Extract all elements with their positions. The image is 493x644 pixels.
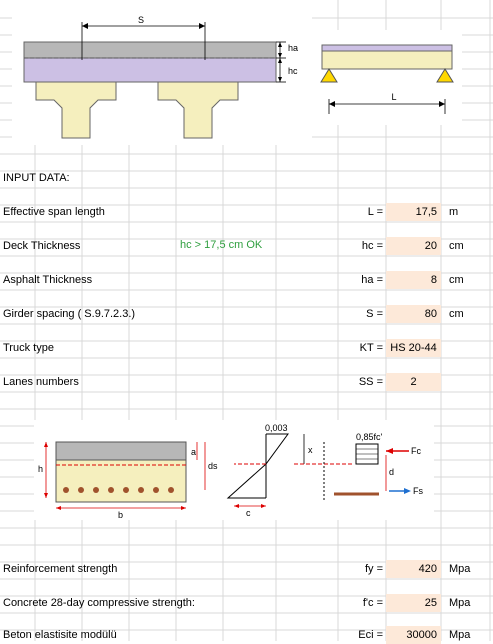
concrete-strength-input[interactable]: 25 — [386, 594, 441, 612]
section-body — [55, 459, 187, 503]
girder-spacing-input[interactable]: 80 — [386, 305, 441, 323]
reinforcement-strength-input[interactable]: 420 — [386, 560, 441, 578]
fs-arrow-icon — [404, 488, 411, 494]
row-eci-symbol: Eci = — [358, 629, 383, 641]
fc-force-label: Fc — [411, 446, 421, 456]
row-girder-unit: cm — [449, 308, 464, 320]
strain-value-label: 0,003 — [265, 423, 288, 433]
lanes-number-input[interactable]: 2 — [386, 373, 441, 391]
row-eci-label: Beton elastisite modülü — [3, 629, 117, 641]
row-eci-unit: Mpa — [449, 629, 471, 641]
row-girder-symbol: S = — [366, 308, 383, 320]
row-asphalt-label: Asphalt Thickness — [3, 274, 93, 286]
row-girder-label: Girder spacing ( S.9.7.2.3.) — [3, 308, 136, 320]
stress-label: 0,85fc' — [356, 432, 383, 442]
concrete-modulus-input[interactable]: 30000 — [386, 626, 441, 644]
asphalt-layer — [23, 41, 277, 59]
row-asphalt-symbol: ha = — [361, 274, 383, 286]
section-compression-zone — [55, 441, 187, 461]
row-asphalt-unit: cm — [449, 274, 464, 286]
d-dimension-label: d — [389, 467, 394, 477]
row-span-unit: m — [449, 206, 459, 218]
truck-type-input[interactable]: HS 20-44 — [386, 339, 441, 357]
span-length-input[interactable]: 17,5 — [386, 203, 441, 221]
row-deck-symbol: hc = — [361, 240, 383, 252]
row-fy-unit: Mpa — [449, 563, 471, 575]
fs-force-label: Fs — [413, 486, 423, 496]
a-dimension-label: a — [191, 447, 196, 457]
row-fc-unit: Mpa — [449, 597, 471, 609]
c-dimension-label: c — [246, 508, 251, 518]
support-left-icon — [320, 68, 338, 83]
row-truck-label: Truck type — [3, 342, 54, 354]
beam-asphalt — [321, 44, 453, 52]
row-fy-symbol: fy = — [364, 563, 383, 575]
row-fc-symbol: f'c = — [362, 597, 383, 609]
row-deck-label: Deck Thickness — [3, 240, 81, 252]
row-span-symbol: L = — [367, 206, 383, 218]
support-right-icon — [436, 68, 454, 83]
deck-slab — [23, 57, 277, 83]
row-deck-unit: cm — [449, 240, 464, 252]
strain-diagram — [226, 433, 289, 499]
l-dimension-label: L — [391, 92, 396, 102]
ha-dimension-label: ha — [288, 43, 298, 53]
row-truck-symbol: KT = — [359, 342, 383, 354]
deck-cross-section-figure: S ha hc — [23, 15, 298, 139]
s-dimension-label: S — [138, 15, 144, 25]
h-dimension-label: h — [38, 464, 43, 474]
b-dimension-label: b — [118, 510, 123, 520]
fc-arrow-icon — [386, 448, 393, 454]
asphalt-thickness-input[interactable]: 8 — [386, 271, 441, 289]
beam-section-figure: h b a ds 0,003 c x 0,85fc' Fc Fs d — [38, 423, 423, 520]
beam-span-figure: L — [320, 44, 454, 114]
x-dimension-label: x — [308, 445, 313, 455]
row-fy-label: Reinforcement strength — [3, 563, 118, 575]
row-span-label: Effective span length — [3, 206, 105, 218]
ds-dimension-label: ds — [208, 461, 218, 471]
deck-check-status: hc > 17,5 cm OK — [180, 239, 263, 251]
row-lanes-symbol: SS = — [358, 376, 383, 388]
row-fc-label: Concrete 28-day compressive strength: — [3, 597, 195, 609]
input-data-title: INPUT DATA: — [3, 172, 70, 184]
deck-thickness-input[interactable]: 20 — [386, 237, 441, 255]
hc-dimension-label: hc — [288, 66, 298, 76]
beam-body — [321, 50, 453, 70]
girder-right — [157, 81, 239, 139]
row-lanes-label: Lanes numbers — [3, 376, 79, 388]
girder-left — [35, 81, 117, 139]
